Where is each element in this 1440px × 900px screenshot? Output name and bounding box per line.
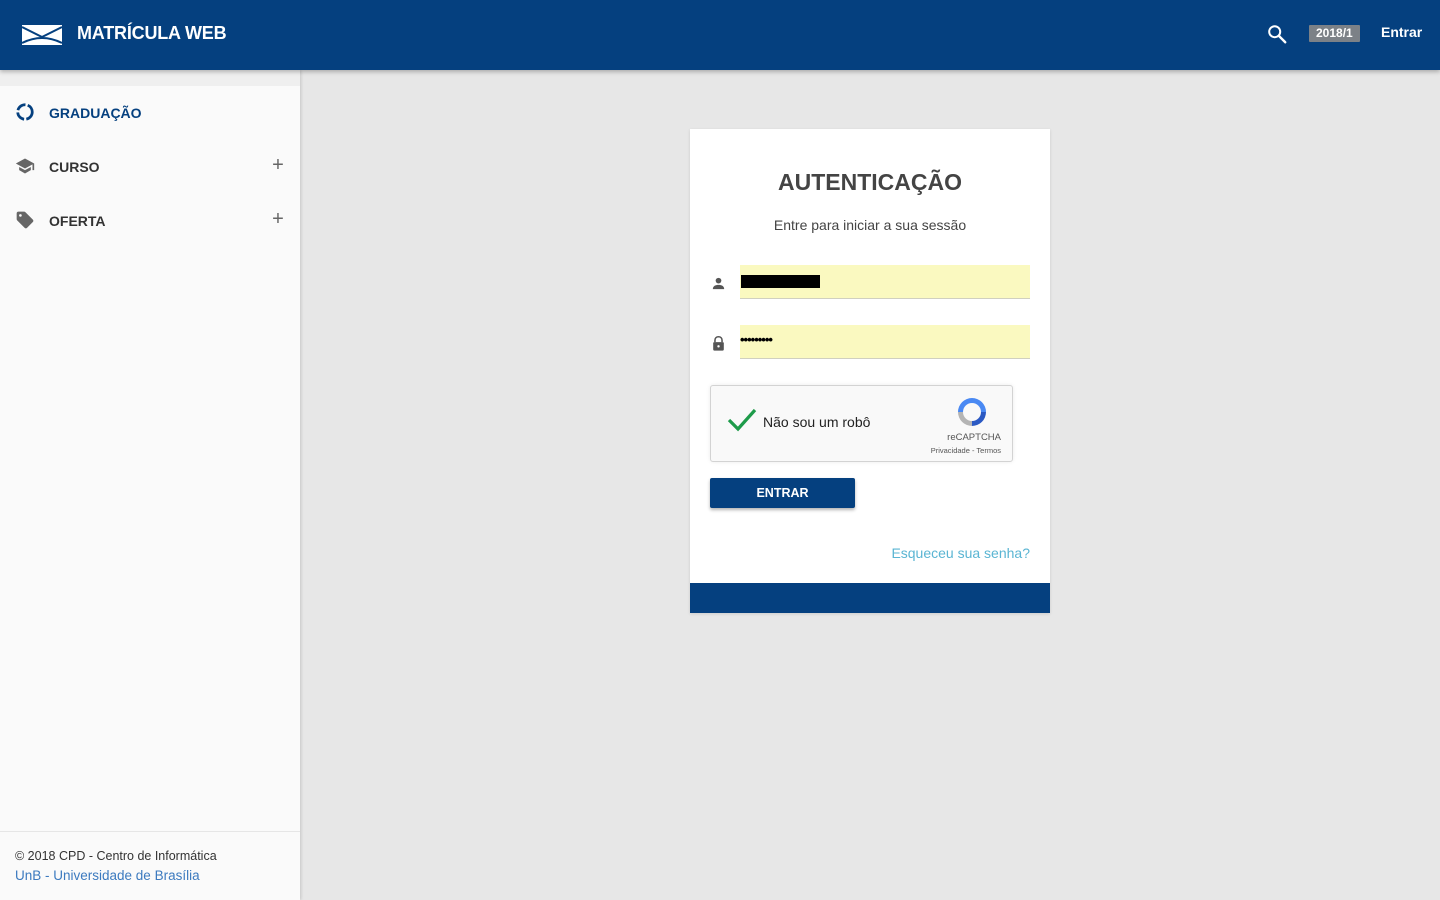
expand-plus-icon[interactable]: + [270, 208, 286, 231]
search-icon[interactable] [1266, 23, 1288, 45]
login-subtitle: Entre para iniciar a sua sessão [773, 217, 967, 233]
header-login-link[interactable]: Entrar [1381, 24, 1422, 40]
user-icon [712, 277, 725, 290]
sidebar-item-label: CURSO [49, 159, 100, 175]
sidebar-item-graduacao[interactable]: GRADUAÇÃO [0, 92, 300, 132]
recaptcha-logo-icon [958, 398, 986, 426]
top-app-bar: MATRÍCULA WEB 2018/1 Entrar [0, 0, 1440, 70]
unb-logo-icon[interactable] [22, 25, 62, 45]
university-link[interactable]: UnB - Universidade de Brasília [15, 868, 200, 883]
captcha-brand: reCAPTCHA [947, 432, 1001, 443]
captcha-links[interactable]: Privacidade - Termos [915, 446, 1001, 455]
graduation-circle-icon [16, 103, 34, 121]
mortarboard-icon [15, 158, 35, 174]
sidebar: GRADUAÇÃO CURSO + OFERTA + © 2018 CPD - … [0, 70, 300, 900]
app-title[interactable]: MATRÍCULA WEB [77, 23, 227, 44]
login-title: AUTENTICAÇÃO [778, 169, 962, 195]
lock-icon [713, 335, 724, 351]
sidebar-footer: © 2018 CPD - Centro de Informática UnB -… [0, 831, 300, 900]
expand-plus-icon[interactable]: + [270, 154, 286, 177]
sidebar-item-curso[interactable]: CURSO + [0, 146, 300, 186]
login-card: AUTENTICAÇÃO Entre para iniciar a sua se… [690, 129, 1050, 613]
tag-icon [16, 211, 34, 229]
card-footer-bar [690, 583, 1050, 613]
redacted-username [741, 275, 820, 288]
sidebar-item-label: OFERTA [49, 213, 106, 229]
captcha-label: Não sou um robô [763, 414, 871, 430]
username-input[interactable] [740, 265, 1030, 299]
sidebar-item-label: GRADUAÇÃO [49, 105, 142, 121]
forgot-password-link[interactable]: Esqueceu sua senha? [891, 545, 1030, 561]
sidebar-item-oferta[interactable]: OFERTA + [0, 200, 300, 240]
password-input[interactable]: ••••••••• [740, 325, 1030, 359]
semester-badge: 2018/1 [1309, 25, 1360, 42]
copyright-text: © 2018 CPD - Centro de Informática [15, 849, 217, 863]
checkmark-icon[interactable] [727, 408, 757, 432]
submit-button[interactable]: ENTRAR [710, 478, 855, 508]
recaptcha-widget: Não sou um robô reCAPTCHA Privacidade - … [710, 385, 1013, 462]
sidebar-top-strip [0, 70, 300, 86]
password-value: ••••••••• [740, 332, 773, 347]
